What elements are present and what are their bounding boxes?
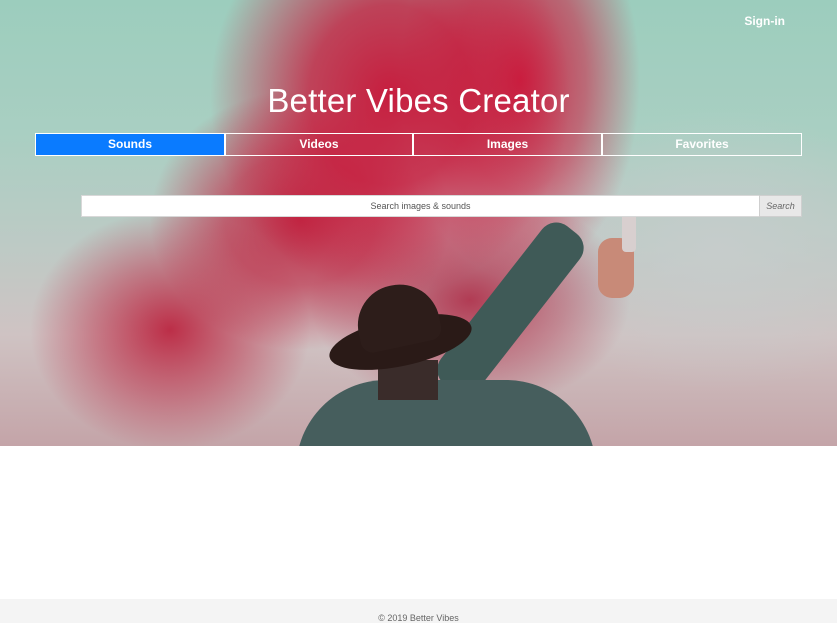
search-button[interactable]: Search <box>759 195 802 217</box>
hero-image-smoke-torch <box>622 212 636 252</box>
search-bar: Search <box>81 195 802 217</box>
hero-banner: Sign-in Better Vibes Creator Sounds Vide… <box>0 0 837 446</box>
hero-image-person <box>296 380 596 446</box>
copyright-text: © 2019 Better Vibes <box>378 613 459 623</box>
tab-images[interactable]: Images <box>413 133 602 156</box>
tab-videos[interactable]: Videos <box>225 133 413 156</box>
footer: © 2019 Better Vibes <box>0 599 837 623</box>
media-tabs: Sounds Videos Images Favorites <box>35 133 802 156</box>
signin-link[interactable]: Sign-in <box>744 14 785 28</box>
search-input[interactable] <box>81 195 759 217</box>
tab-sounds[interactable]: Sounds <box>35 133 225 156</box>
page-title: Better Vibes Creator <box>267 82 570 119</box>
hero-image-arm <box>429 215 591 403</box>
tab-favorites[interactable]: Favorites <box>602 133 802 156</box>
